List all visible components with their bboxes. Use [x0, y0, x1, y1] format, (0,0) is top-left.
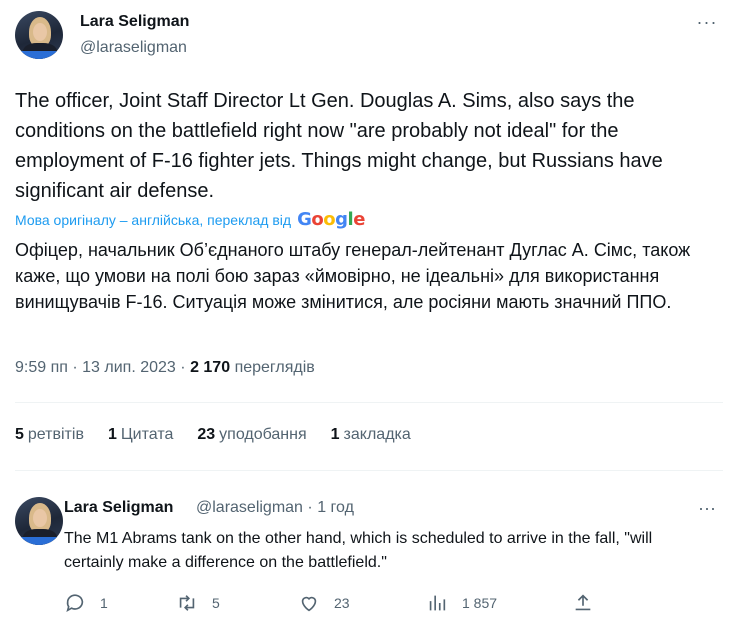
author-name[interactable]: Lara Seligman	[80, 13, 189, 31]
tweet-meta: 9:59 пп · 13 лип. 2023 · 2 170 перегляді…	[15, 359, 315, 377]
bookmarks-count: 1	[330, 426, 340, 443]
reply-separator: ·	[307, 499, 313, 516]
engagement-stats: 5 ретвітів 1 Цитата 23 уподобання 1 закладка	[15, 426, 411, 444]
translation-note-text: Мова оригіналу – англійська, переклад ві…	[15, 211, 292, 228]
quotes-label: Цитата	[120, 426, 174, 443]
quotes-stat[interactable]: 1 Цитата	[108, 426, 173, 444]
reply-count: 1	[100, 595, 108, 611]
tweet-text: The officer, Joint Staff Director Lt Gen…	[15, 90, 663, 202]
views-count: 2 170	[190, 359, 231, 376]
likes-count: 23	[197, 426, 216, 443]
retweets-stat[interactable]: 5 ретвітів	[15, 426, 84, 444]
retweet-icon	[179, 595, 195, 611]
reply-text: The M1 Abrams tank on the other hand, wh…	[64, 530, 653, 571]
analytics-icon	[429, 595, 446, 611]
comment-icon	[66, 594, 84, 613]
reply-actions: 1 5 23 1 857	[64, 592, 604, 618]
google-logo: Google	[297, 209, 365, 230]
share-button[interactable]	[572, 592, 594, 614]
reply-author-avatar[interactable]	[15, 497, 63, 545]
tweet-date[interactable]: 13 лип. 2023	[82, 359, 176, 376]
retweets-count: 5	[15, 426, 24, 443]
meta-separator: ·	[180, 359, 186, 376]
bookmarks-stat[interactable]: 1 закладка	[331, 426, 411, 444]
tweet-time[interactable]: 9:59 пп	[15, 359, 68, 376]
reply-author-name[interactable]: Lara Seligman	[64, 499, 173, 517]
more-options-icon[interactable]: ···	[695, 499, 719, 517]
bookmarks-label: закладка	[343, 426, 411, 443]
retweets-label: ретвітів	[27, 426, 84, 443]
meta-separator: ·	[72, 359, 78, 376]
author-handle[interactable]: @laraseligman	[80, 39, 187, 57]
share-icon	[575, 594, 591, 611]
author-avatar[interactable]	[15, 11, 63, 59]
heart-icon	[301, 596, 317, 612]
retweet-count: 5	[212, 595, 220, 611]
reply-meta: @laraseligman · 1 год	[196, 499, 354, 517]
like-count: 23	[334, 595, 350, 611]
quotes-count: 1	[107, 426, 117, 443]
retweet-button[interactable]: 5	[176, 592, 220, 614]
views-count: 1 857	[462, 595, 498, 611]
like-button[interactable]: 23	[298, 592, 350, 614]
reply-age[interactable]: 1 год	[317, 499, 354, 516]
reply-button[interactable]: 1	[64, 592, 108, 614]
translated-text: Офіцер, начальник Об’єднаного штабу гене…	[15, 240, 691, 312]
divider	[15, 470, 723, 471]
views-label: переглядів	[234, 359, 315, 376]
likes-label: уподобання	[219, 426, 307, 443]
translation-note[interactable]: Мова оригіналу – англійська, переклад ві…	[15, 209, 365, 230]
likes-stat[interactable]: 23 уподобання	[197, 426, 306, 444]
reply-author-handle[interactable]: @laraseligman	[196, 499, 303, 516]
views-button[interactable]: 1 857	[426, 592, 497, 614]
more-options-icon[interactable]: ···	[695, 13, 719, 31]
divider	[15, 402, 723, 403]
